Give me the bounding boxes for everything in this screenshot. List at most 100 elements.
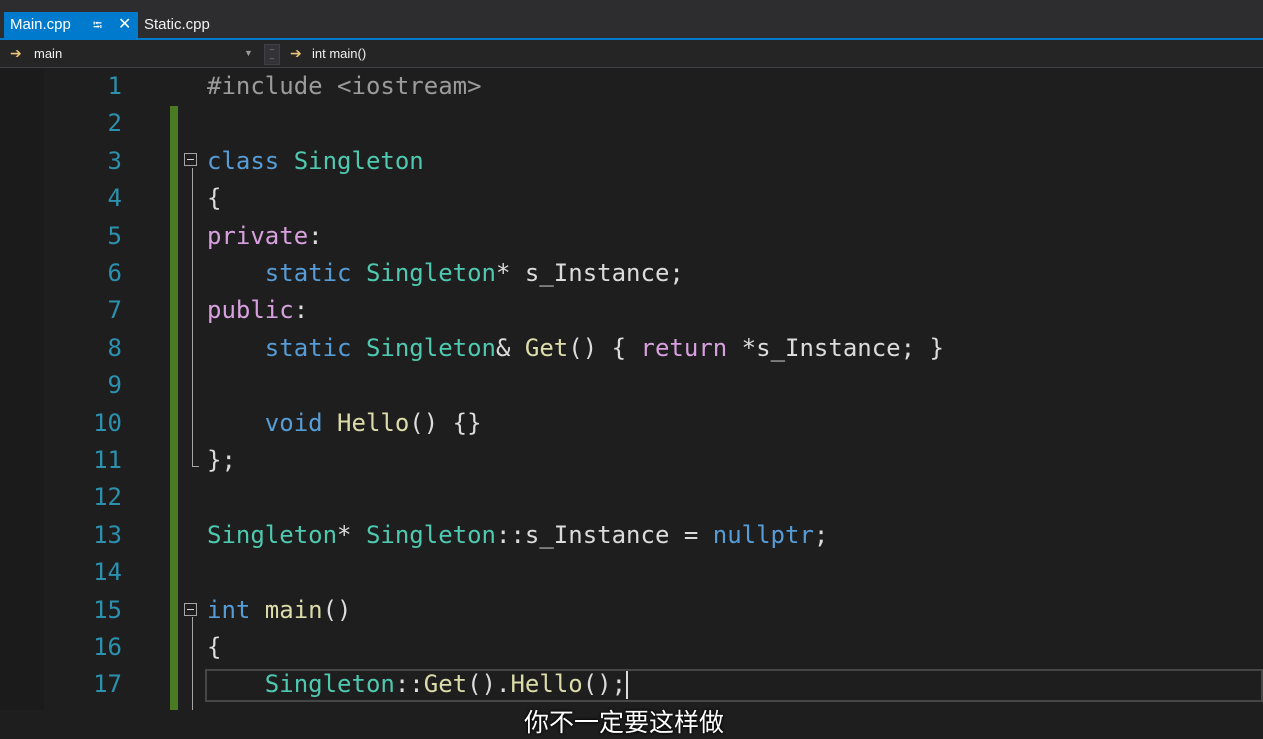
code-token: public	[207, 296, 294, 325]
code-token: Get	[524, 333, 569, 362]
code-token: * s_Instance;	[496, 259, 684, 287]
line-number: 12	[93, 483, 122, 512]
code-token: {	[207, 633, 222, 661]
code-token: static	[207, 333, 366, 362]
code-token: ();	[582, 670, 627, 699]
code-token: static	[207, 259, 366, 287]
line-number: 14	[93, 558, 122, 587]
code-token: *	[337, 520, 366, 549]
code-token: };	[207, 446, 236, 474]
code-text: static Singleton* s_Instance;	[207, 255, 684, 292]
code-line[interactable]: 11};	[0, 442, 1263, 479]
code-text: {	[207, 180, 221, 217]
chevron-down-icon: ▼	[244, 48, 253, 58]
code-text: int main()	[207, 592, 352, 629]
code-token: ::	[394, 670, 424, 699]
code-token: ()	[322, 595, 352, 624]
code-token: () {	[568, 333, 641, 362]
arrow-right-icon: ➔	[10, 45, 22, 61]
code-token: Singleton	[293, 146, 424, 175]
code-token: #include <iostream>	[207, 72, 482, 100]
code-token: private	[207, 221, 309, 250]
code-token: return	[640, 333, 728, 362]
code-token: Singleton	[365, 259, 496, 287]
code-line[interactable]: 13 Singleton* Singleton::s_Instance = nul…	[0, 517, 1263, 554]
pin-icon[interactable]: ⭾	[93, 12, 102, 38]
line-number: 6	[107, 259, 122, 287]
line-number: 9	[107, 371, 122, 400]
code-token: ::s_Instance =	[496, 520, 713, 549]
tab-static-cpp[interactable]: Static.cpp	[144, 12, 210, 38]
navigation-bar: ➔ main ▼ – – ➔ int main()	[0, 40, 1263, 68]
code-token: *s_Instance; }	[727, 333, 944, 362]
code-text: void Hello() {}	[207, 405, 482, 442]
code-text: {	[207, 629, 221, 666]
code-token: void	[207, 408, 338, 437]
code-text: Singleton* Singleton::s_Instance = nullp…	[207, 517, 828, 554]
line-number: 3	[107, 146, 122, 175]
code-line[interactable]: 5 private:	[0, 218, 1263, 255]
code-line[interactable]: 1 #include <iostream>	[0, 68, 1263, 105]
code-line[interactable]: 3 class Singleton	[0, 143, 1263, 180]
arrow-right-icon: ➔	[290, 45, 302, 61]
code-token: Singleton	[365, 333, 496, 362]
line-number: 11	[93, 446, 122, 474]
code-line[interactable]: 17 Singleton::Get().Hello();	[0, 666, 1263, 703]
code-line[interactable]: 9	[0, 367, 1263, 404]
code-line[interactable]: 6 static Singleton* s_Instance;	[0, 255, 1263, 292]
line-number: 2	[107, 109, 122, 138]
tab-main-cpp[interactable]: Main.cpp ⭾ ✕	[4, 12, 138, 38]
code-token: Singleton	[207, 520, 338, 549]
close-icon[interactable]: ✕	[118, 12, 131, 38]
code-token: Singleton	[264, 670, 395, 699]
code-token: Hello	[337, 408, 410, 437]
code-line[interactable]: 2	[0, 105, 1263, 142]
code-text: };	[207, 442, 236, 479]
line-number: 7	[107, 296, 122, 325]
code-line[interactable]: 16 {	[0, 629, 1263, 666]
code-token: ().	[467, 670, 511, 699]
video-subtitle: 你不一定要这样做	[524, 708, 725, 737]
line-number: 5	[107, 221, 122, 250]
line-number: 10	[93, 408, 122, 437]
code-token: ;	[813, 520, 829, 549]
code-token: Singleton	[365, 520, 496, 549]
code-line[interactable]: 12	[0, 479, 1263, 516]
code-text: private:	[207, 218, 323, 255]
code-token: {	[207, 184, 222, 213]
code-token: nullptr	[712, 520, 814, 549]
line-number: 15	[93, 595, 122, 624]
code-line[interactable]: 4{	[0, 180, 1263, 217]
code-token: int	[207, 595, 265, 624]
code-token: &	[496, 333, 525, 362]
scope-label: main	[34, 46, 63, 61]
split-button[interactable]: – –	[264, 44, 280, 65]
line-number: 4	[107, 184, 122, 213]
tab-bar: Main.cpp ⭾ ✕ Static.cpp	[0, 0, 1263, 38]
code-token: class	[207, 146, 294, 175]
code-line[interactable]: 8 static Singleton& Get() { return *s_In…	[0, 330, 1263, 367]
line-number: 1	[107, 72, 122, 100]
code-line[interactable]: 15 int main()	[0, 592, 1263, 629]
code-token: Get	[423, 670, 468, 699]
code-token: :	[293, 296, 309, 325]
code-editor[interactable]: 1 #include <iostream> 2 3 class Singleton 4{5…	[0, 68, 1263, 737]
code-text: class Singleton	[207, 143, 424, 180]
line-number: 8	[107, 333, 122, 362]
member-label: int main()	[312, 46, 367, 61]
code-token: main	[264, 595, 323, 624]
code-line[interactable]: 7 public:	[0, 292, 1263, 329]
code-line[interactable]: 10 void Hello() {}	[0, 405, 1263, 442]
code-text: public:	[207, 292, 308, 329]
code-line[interactable]: 14	[0, 554, 1263, 591]
scope-dropdown[interactable]: ➔ main ▼	[4, 40, 260, 67]
line-number: 13	[93, 520, 122, 549]
code-text: Singleton::Get().Hello();	[207, 666, 629, 703]
code-text: static Singleton& Get() { return *s_Inst…	[207, 330, 944, 367]
code-token: Hello	[510, 670, 583, 699]
code-token: :	[308, 221, 323, 250]
line-number: 16	[93, 633, 122, 661]
code-token: () {}	[409, 408, 482, 437]
tab-label: Main.cpp	[10, 16, 71, 33]
